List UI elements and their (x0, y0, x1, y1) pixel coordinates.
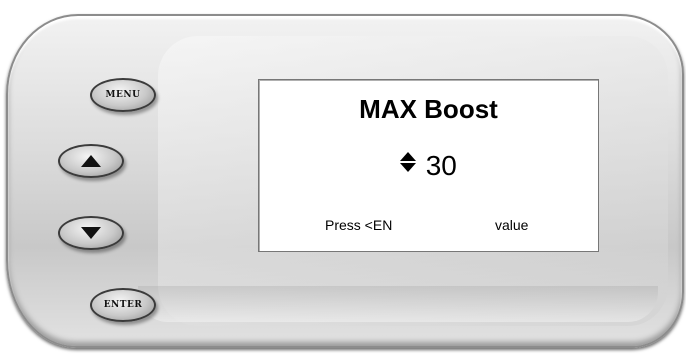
menu-button-label: MENU (105, 90, 141, 100)
up-arrow-icon (80, 154, 102, 168)
up-down-arrows-icon (400, 152, 422, 176)
up-button[interactable] (58, 144, 124, 178)
screen-title: MAX Boost (359, 94, 498, 124)
device-lower-band (138, 286, 658, 322)
menu-button[interactable]: MENU (90, 78, 156, 112)
press-enter-hint: Press <EN (325, 217, 393, 233)
enter-button[interactable]: ENTER (90, 288, 156, 322)
value-row: 30 (259, 150, 598, 182)
down-button[interactable] (58, 216, 124, 250)
value-hint: value (495, 217, 529, 233)
down-arrow-icon (80, 226, 102, 240)
lcd-screen: MAX Boost 30 Press <EN value (258, 79, 599, 252)
boost-value: 30 (425, 150, 457, 181)
enter-button-label: ENTER (103, 300, 143, 310)
